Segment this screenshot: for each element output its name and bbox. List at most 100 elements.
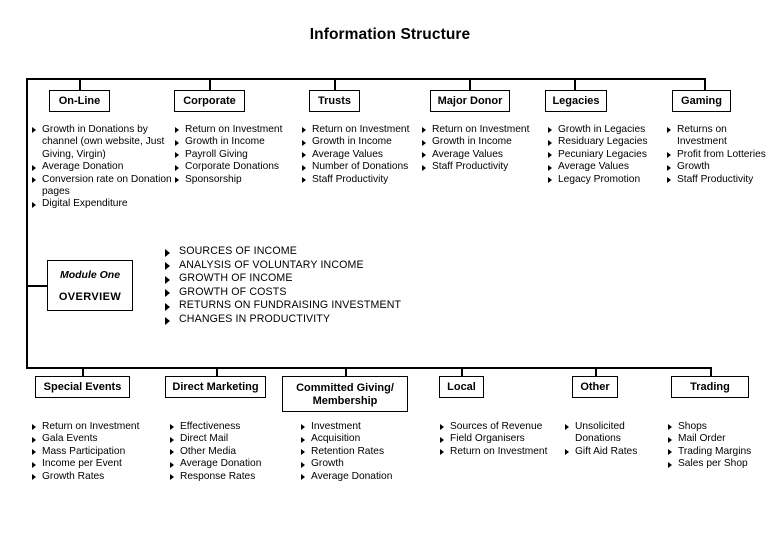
list-item: Corporate Donations [175, 161, 293, 173]
list-item: Pecuniary Legacies [548, 149, 663, 161]
list-item-label: Conversion rate on Donation pages [42, 173, 172, 198]
node-label-line-2: Membership [312, 395, 378, 407]
left-spine-line [26, 78, 28, 368]
node-module-one[interactable]: Module One OVERVIEW [47, 260, 133, 311]
list-item-label: Growth in Donations by channel (own webs… [42, 124, 165, 160]
triangle-right-bullet-icon [32, 473, 36, 480]
list-item: Other Media [170, 446, 290, 458]
list-item: Income per Event [32, 458, 152, 470]
node-label: Direct Marketing [172, 380, 259, 393]
list-item: Profit from Lotteries [667, 149, 779, 161]
node-major-donor[interactable]: Major Donor [430, 90, 510, 112]
list-item: Gift Aid Rates [565, 446, 657, 458]
list-item: Growth in Income [422, 136, 546, 148]
list-item: Conversion rate on Donation pages [32, 174, 172, 199]
list-trading: Shops Mail Order Trading Margins Sales p… [668, 421, 778, 471]
list-item-label: Mail Order [678, 433, 726, 445]
list-item: GROWTH OF COSTS [165, 286, 465, 300]
module-connector-line [26, 285, 48, 287]
bottom-bus-line [26, 367, 710, 369]
list-item-label: Average Values [558, 161, 629, 173]
list-item-label: Growth [311, 458, 344, 470]
triangle-right-bullet-icon [302, 152, 306, 159]
triangle-right-bullet-icon [422, 139, 426, 146]
triangle-right-bullet-icon [301, 473, 305, 480]
triangle-right-bullet-icon [548, 152, 552, 159]
triangle-right-bullet-icon [302, 176, 306, 183]
triangle-right-bullet-icon [165, 262, 170, 271]
list-item-label: Response Rates [180, 470, 256, 482]
list-item-label: Unsolicited Donations [575, 421, 625, 445]
page-title: Information Structure [309, 26, 471, 43]
list-item-label: CHANGES IN PRODUCTIVITY [179, 312, 331, 325]
triangle-right-bullet-icon [32, 164, 36, 171]
list-item: Shops [668, 421, 778, 433]
list-item: Average Donation [301, 471, 421, 483]
list-item-label: Payroll Giving [185, 148, 248, 160]
node-label: Local [447, 380, 476, 393]
node-legacies[interactable]: Legacies [545, 90, 607, 112]
triangle-right-bullet-icon [32, 449, 36, 456]
list-item-label: Growth in Income [432, 136, 512, 148]
triangle-right-bullet-icon [165, 302, 170, 311]
list-item: RETURNS ON FUNDRAISING INVESTMENT [165, 299, 465, 313]
node-committed-giving[interactable]: Committed Giving/ Membership [282, 376, 408, 412]
list-item: Mail Order [668, 433, 778, 445]
triangle-right-bullet-icon [668, 449, 672, 456]
list-item-label: Number of Donations [312, 161, 409, 173]
triangle-right-bullet-icon [667, 164, 671, 171]
node-label: Trading [690, 380, 730, 393]
list-item: Effectiveness [170, 421, 290, 433]
list-item: Investment [301, 421, 421, 433]
triangle-right-bullet-icon [165, 248, 170, 257]
list-item: CHANGES IN PRODUCTIVITY [165, 313, 465, 327]
triangle-right-bullet-icon [32, 201, 36, 208]
list-local: Sources of Revenue Field Organisers Retu… [440, 421, 550, 458]
triangle-right-bullet-icon [422, 152, 426, 159]
triangle-right-bullet-icon [32, 424, 36, 431]
triangle-right-bullet-icon [175, 164, 179, 171]
triangle-right-bullet-icon [170, 436, 174, 443]
triangle-right-bullet-icon [170, 449, 174, 456]
list-item: Payroll Giving [175, 149, 293, 161]
node-special-events[interactable]: Special Events [35, 376, 130, 398]
node-direct-marketing[interactable]: Direct Marketing [165, 376, 266, 398]
triangle-right-bullet-icon [668, 436, 672, 443]
node-label: On-Line [58, 94, 101, 107]
list-item-label: Return on Investment [312, 124, 410, 135]
list-item: Mass Participation [32, 446, 152, 458]
triangle-right-bullet-icon [32, 127, 36, 134]
module-subtitle: OVERVIEW [58, 290, 122, 303]
triangle-right-bullet-icon [165, 289, 170, 298]
list-item-label: Return on Investment [432, 124, 530, 135]
list-other: Unsolicited Donations Gift Aid Rates [565, 421, 657, 458]
list-item-label: Average Values [432, 148, 503, 160]
list-item: Average Donation [170, 458, 290, 470]
node-other[interactable]: Other [572, 376, 618, 398]
list-gaming: Returns on Investment Profit from Lotter… [667, 124, 779, 186]
list-item: Return on Investment [175, 124, 293, 136]
list-item-label: Shops [678, 421, 707, 432]
node-local[interactable]: Local [439, 376, 484, 398]
triangle-right-bullet-icon [301, 424, 305, 431]
top-bus-line [26, 78, 706, 80]
node-trading[interactable]: Trading [671, 376, 749, 398]
list-committed-giving: Investment Acquisition Retention Rates G… [301, 421, 421, 483]
list-item: Return on Investment [440, 446, 550, 458]
node-gaming[interactable]: Gaming [672, 90, 731, 112]
node-corporate[interactable]: Corporate [174, 90, 245, 112]
list-item-label: ANALYSIS OF VOLUNTARY INCOME [179, 258, 364, 271]
list-item-label: Direct Mail [180, 433, 229, 445]
list-legacies: Growth in Legacies Residuary Legacies Pe… [548, 124, 663, 186]
triangle-right-bullet-icon [302, 139, 306, 146]
node-label: Gaming [681, 94, 722, 107]
triangle-right-bullet-icon [175, 127, 179, 134]
triangle-right-bullet-icon [668, 424, 672, 431]
list-item: Legacy Promotion [548, 174, 663, 186]
list-item-label: Mass Participation [42, 445, 126, 457]
node-on-line[interactable]: On-Line [49, 90, 110, 112]
node-trusts[interactable]: Trusts [309, 90, 360, 112]
list-major-donor: Return on Investment Growth in Income Av… [422, 124, 546, 174]
list-item-label: Pecuniary Legacies [558, 148, 647, 160]
list-item: Average Values [302, 149, 426, 161]
